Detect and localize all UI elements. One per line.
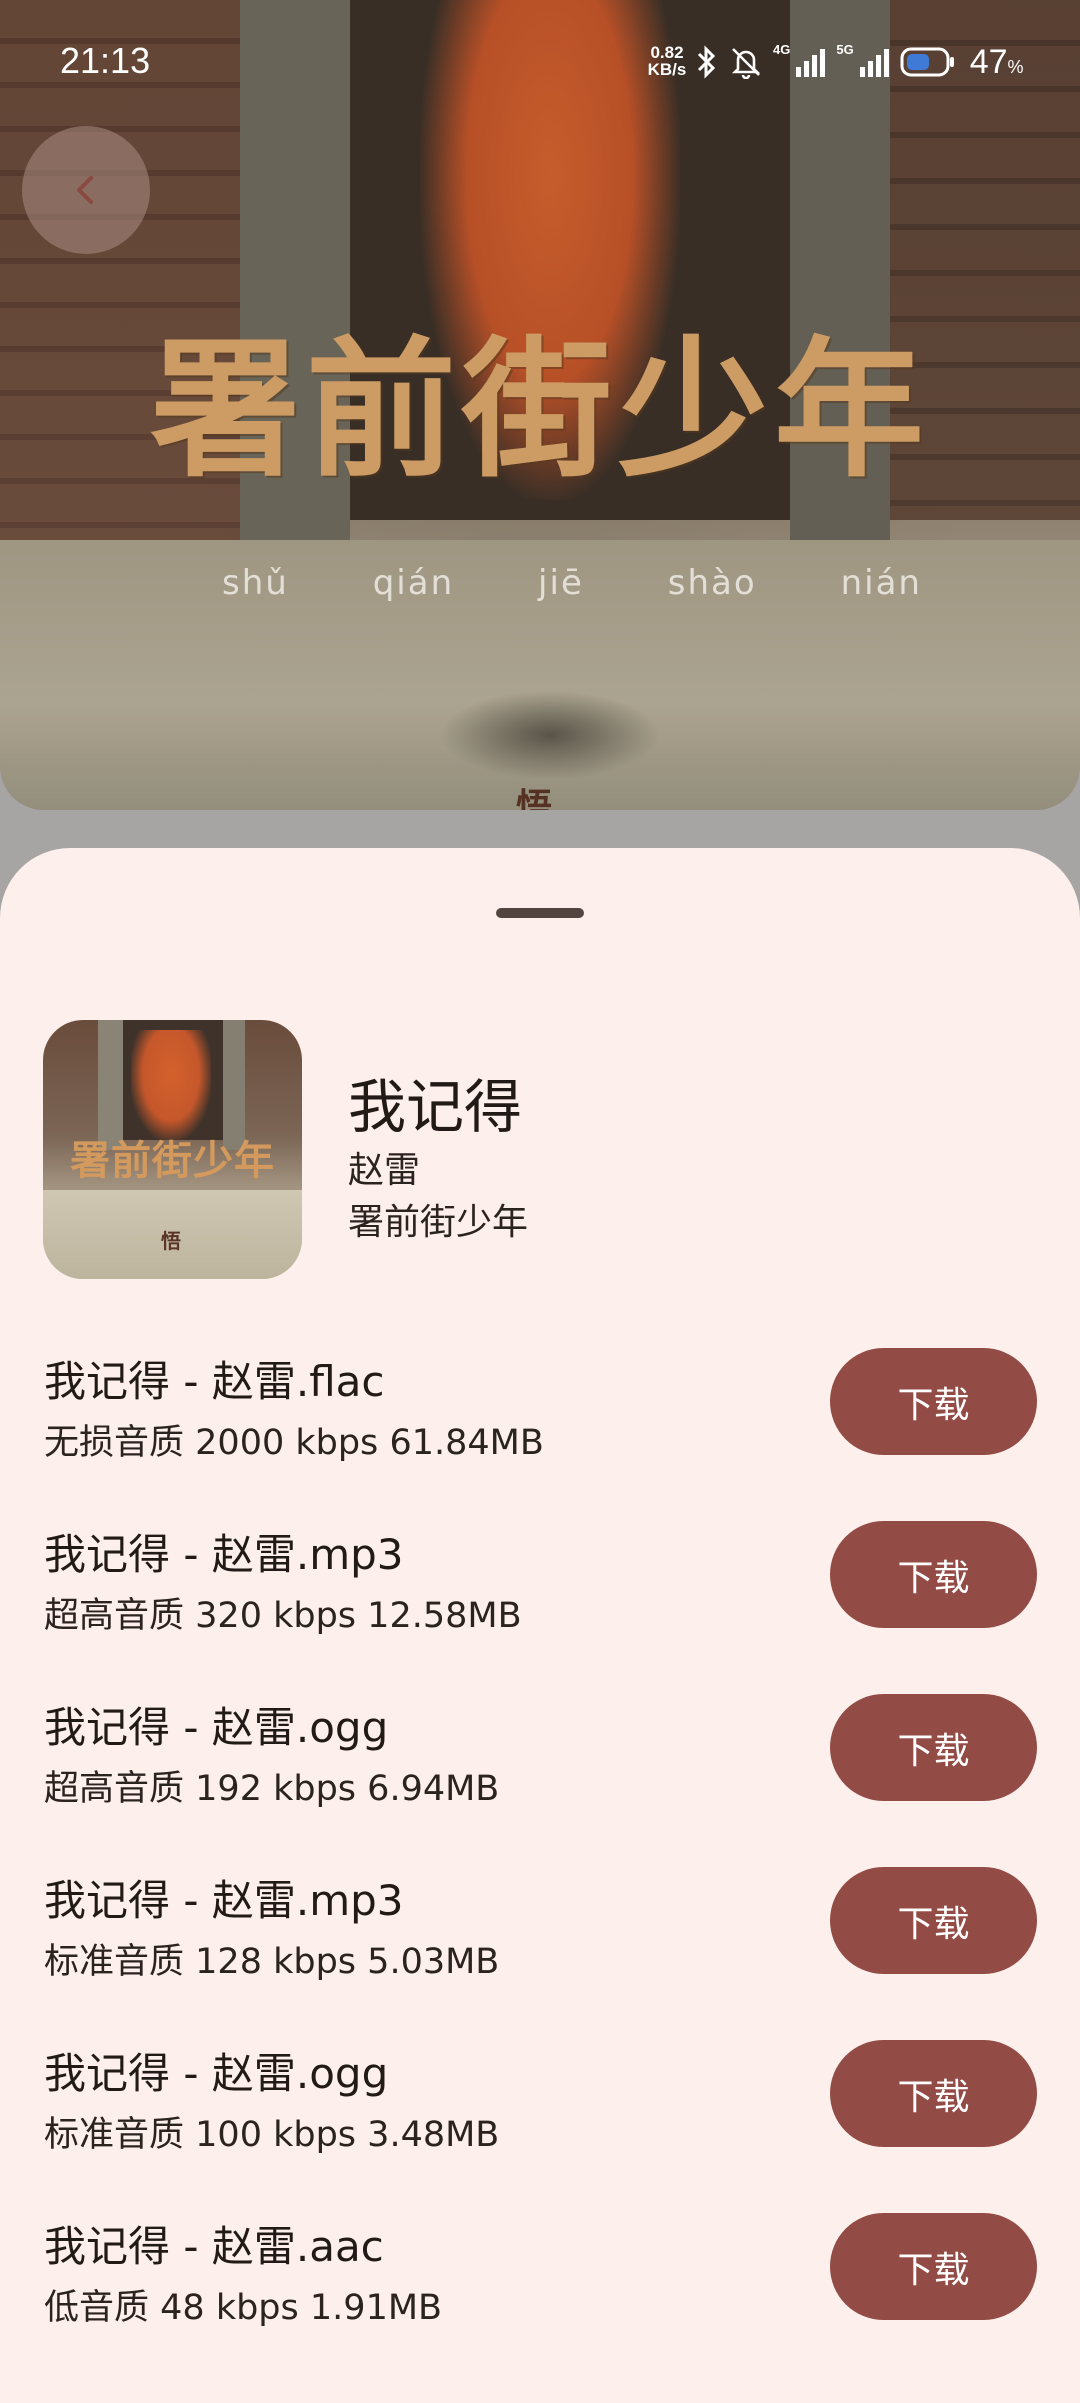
file-meta: 标准音质 128 kbps 5.03MB (44, 1933, 499, 1984)
album-art-header: 署前街少年 shǔ qián jiē shào nián 悟 (0, 0, 1080, 810)
quality-label: 标准音质 (44, 2115, 185, 2155)
bitrate: 48 kbps (160, 2288, 299, 2328)
download-option: 我记得 - 赵雷.mp3 超高音质 320 kbps 12.58MB 下载 (0, 1521, 1080, 1694)
file-size: 1.91MB (309, 2288, 443, 2328)
bluetooth-icon (697, 45, 716, 79)
song-title: 我记得 (348, 1073, 523, 1141)
file-meta: 超高音质 192 kbps 6.94MB (44, 1760, 499, 1811)
signal-icon (796, 49, 826, 77)
file-name: 我记得 - 赵雷.ogg (44, 1703, 389, 1752)
file-meta: 标准音质 100 kbps 3.48MB (44, 2106, 499, 2157)
download-button[interactable]: 下载 (830, 2040, 1037, 2147)
battery-unit: % (1007, 56, 1024, 77)
battery-icon (900, 47, 954, 77)
status-time: 21:13 (60, 40, 151, 81)
file-size: 61.84MB (389, 1423, 544, 1463)
signal-icon (859, 49, 889, 77)
file-meta: 超高音质 320 kbps 12.58MB (44, 1587, 522, 1638)
bitrate: 128 kbps (195, 1942, 357, 1982)
cover-calligraphy: 署前街少年 (70, 1137, 275, 1184)
network-speed-unit: KB/s (647, 60, 687, 79)
drag-handle[interactable] (496, 908, 584, 918)
bell-off-icon (731, 48, 761, 79)
download-button[interactable]: 下载 (830, 1694, 1037, 1801)
song-album: 署前街少年 (348, 1202, 529, 1243)
quality-label: 低音质 (44, 2288, 150, 2328)
header-overlay (0, 0, 1080, 810)
status-bar: 21:13 0.82 KB/s 4G 5G 47% (0, 0, 1080, 120)
file-size: 12.58MB (367, 1596, 522, 1636)
file-size: 5.03MB (367, 1942, 500, 1982)
download-option: 我记得 - 赵雷.ogg 超高音质 192 kbps 6.94MB 下载 (0, 1694, 1080, 1867)
album-cover-thumbnail: 署前街少年 悟 (43, 1020, 302, 1279)
download-button[interactable]: 下载 (830, 1348, 1037, 1455)
file-name: 我记得 - 赵雷.flac (44, 1357, 385, 1406)
status-icons: 4G 5G 47% (695, 42, 1024, 82)
chevron-left-icon (77, 176, 93, 204)
file-name: 我记得 - 赵雷.mp3 (44, 1530, 404, 1579)
battery-percent: 47 (969, 42, 1008, 81)
download-option: 我记得 - 赵雷.aac 低音质 48 kbps 1.91MB 下载 (0, 2213, 1080, 2386)
back-button[interactable] (22, 126, 150, 254)
download-bottom-sheet: 署前街少年 悟 我记得 赵雷 署前街少年 我记得 - 赵雷.flac 无损音质 … (0, 848, 1080, 2403)
file-meta: 无损音质 2000 kbps 61.84MB (44, 1414, 544, 1465)
battery-level: 47% (970, 43, 1024, 82)
download-button[interactable]: 下载 (830, 2213, 1037, 2320)
file-size: 3.48MB (367, 2115, 500, 2155)
bitrate: 100 kbps (195, 2115, 357, 2155)
download-option: 我记得 - 赵雷.flac 无损音质 2000 kbps 61.84MB 下载 (0, 1348, 1080, 1521)
cover-seal: 悟 (161, 1229, 181, 1253)
download-button[interactable]: 下载 (830, 1521, 1037, 1628)
file-name: 我记得 - 赵雷.ogg (44, 2049, 389, 2098)
network-speed: 0.82 KB/s (642, 44, 692, 78)
download-options-list: 我记得 - 赵雷.flac 无损音质 2000 kbps 61.84MB 下载 … (0, 1348, 1080, 2386)
network-type-label: 4G (773, 42, 791, 57)
file-size: 6.94MB (367, 1769, 500, 1809)
network-speed-value: 0.82 (650, 43, 684, 62)
file-name: 我记得 - 赵雷.mp3 (44, 1876, 404, 1925)
bitrate: 320 kbps (195, 1596, 357, 1636)
download-button[interactable]: 下载 (830, 1867, 1037, 1974)
download-option: 我记得 - 赵雷.ogg 标准音质 100 kbps 3.48MB 下载 (0, 2040, 1080, 2213)
bitrate: 192 kbps (195, 1769, 357, 1809)
song-artist: 赵雷 (348, 1150, 421, 1191)
cover-figure (131, 1030, 211, 1140)
quality-label: 超高音质 (44, 1596, 185, 1636)
network-type-label: 5G (836, 42, 854, 57)
file-name: 我记得 - 赵雷.aac (44, 2222, 384, 2271)
download-option: 我记得 - 赵雷.mp3 标准音质 128 kbps 5.03MB 下载 (0, 1867, 1080, 2040)
quality-label: 标准音质 (44, 1942, 185, 1982)
quality-label: 无损音质 (44, 1423, 185, 1463)
bitrate: 2000 kbps (195, 1423, 379, 1463)
quality-label: 超高音质 (44, 1769, 185, 1809)
file-meta: 低音质 48 kbps 1.91MB (44, 2279, 442, 2330)
